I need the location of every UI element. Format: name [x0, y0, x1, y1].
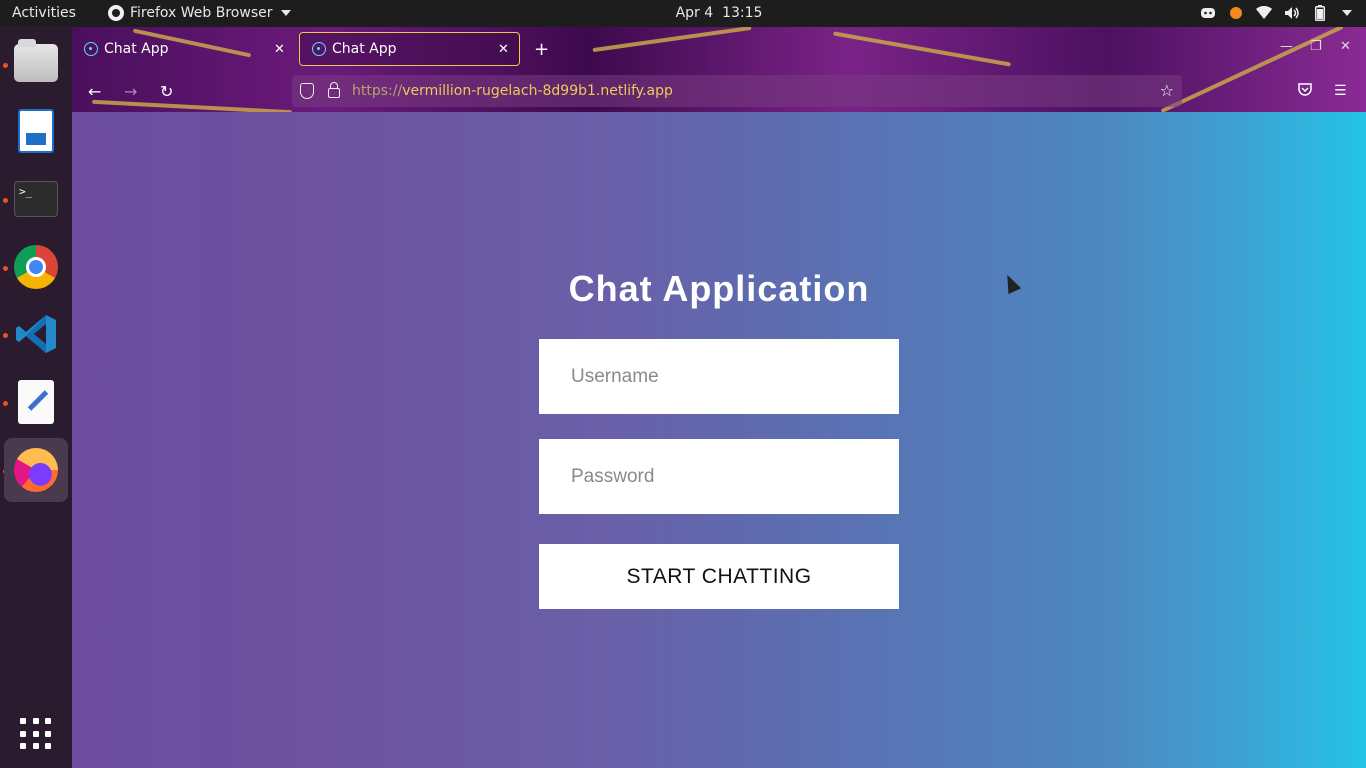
react-icon: [84, 42, 98, 56]
minimize-icon[interactable]: —: [1280, 39, 1293, 54]
notification-dot-icon[interactable]: [1228, 5, 1244, 21]
tab-title: Chat App: [104, 41, 169, 57]
chrome-icon: [14, 245, 58, 289]
react-icon: [312, 42, 326, 56]
show-applications-icon[interactable]: [20, 718, 52, 750]
restore-icon[interactable]: ❐: [1310, 39, 1322, 54]
dock-terminal[interactable]: >_: [4, 167, 68, 231]
vscode-icon: [14, 312, 58, 356]
activities-button[interactable]: Activities: [12, 5, 76, 21]
terminal-icon: >_: [14, 181, 58, 217]
chevron-down-icon: [280, 10, 291, 16]
chevron-down-icon[interactable]: [1342, 10, 1352, 16]
discord-icon[interactable]: [1200, 5, 1216, 21]
clock-date: Apr 4: [675, 5, 714, 21]
decorative-theme: [92, 99, 292, 112]
close-window-icon[interactable]: ✕: [1340, 39, 1351, 54]
close-icon[interactable]: ✕: [498, 42, 509, 57]
password-input[interactable]: [539, 439, 899, 514]
decorative-theme: [592, 27, 752, 53]
browser-chrome: Chat App ✕ Chat App ✕ + — ❐ ✕ ← → ↻ http…: [72, 27, 1366, 112]
tracking-shield-icon[interactable]: [300, 83, 314, 99]
tab-title: Chat App: [332, 41, 397, 57]
dock-vscode[interactable]: [4, 302, 68, 366]
volume-icon[interactable]: [1284, 5, 1300, 21]
tab-chat-app-2[interactable]: Chat App ✕: [299, 32, 520, 66]
username-input[interactable]: [539, 339, 899, 414]
pocket-icon[interactable]: [1298, 83, 1312, 100]
page-title: Chat Application: [568, 268, 870, 309]
forward-arrow-icon[interactable]: →: [124, 82, 137, 101]
system-top-bar: Activities Firefox Web Browser Apr 4 13:…: [0, 0, 1366, 27]
firefox-icon: [108, 5, 124, 21]
app-menu-label: Firefox Web Browser: [130, 5, 273, 21]
decorative-theme: [833, 31, 1011, 67]
firefox-icon: [14, 448, 58, 492]
bookmark-star-icon[interactable]: ☆: [1160, 81, 1174, 100]
files-icon: [14, 39, 58, 82]
dock-chrome[interactable]: [4, 235, 68, 299]
tab-chat-app-1[interactable]: Chat App ✕: [72, 32, 294, 66]
reload-icon[interactable]: ↻: [160, 82, 173, 101]
page-background: Chat Application START CHATTING: [72, 112, 1366, 768]
dock-firefox[interactable]: [4, 438, 68, 502]
login-form: Chat Application START CHATTING: [539, 267, 899, 609]
document-icon: [18, 109, 54, 153]
clock-time: 13:15: [722, 5, 763, 21]
wifi-icon[interactable]: [1256, 5, 1272, 21]
text-editor-icon: [18, 380, 54, 424]
start-chatting-button[interactable]: START CHATTING: [539, 544, 899, 609]
back-arrow-icon[interactable]: ←: [88, 82, 101, 101]
app-menu[interactable]: Firefox Web Browser: [108, 5, 291, 21]
close-icon[interactable]: ✕: [274, 42, 285, 57]
system-tray[interactable]: [1200, 5, 1352, 21]
hamburger-menu-icon[interactable]: ☰: [1334, 83, 1347, 99]
dock-text-editor[interactable]: [4, 370, 68, 434]
dock-files[interactable]: [4, 31, 68, 95]
new-tab-button[interactable]: +: [534, 39, 549, 60]
url-text[interactable]: https://vermillion-rugelach-8d99b1.netli…: [352, 83, 673, 99]
dock-writer[interactable]: [4, 99, 68, 163]
dock: >_: [0, 27, 72, 768]
url-bar[interactable]: https://vermillion-rugelach-8d99b1.netli…: [292, 75, 1182, 107]
lock-icon[interactable]: [328, 82, 340, 98]
battery-icon[interactable]: [1312, 5, 1328, 21]
